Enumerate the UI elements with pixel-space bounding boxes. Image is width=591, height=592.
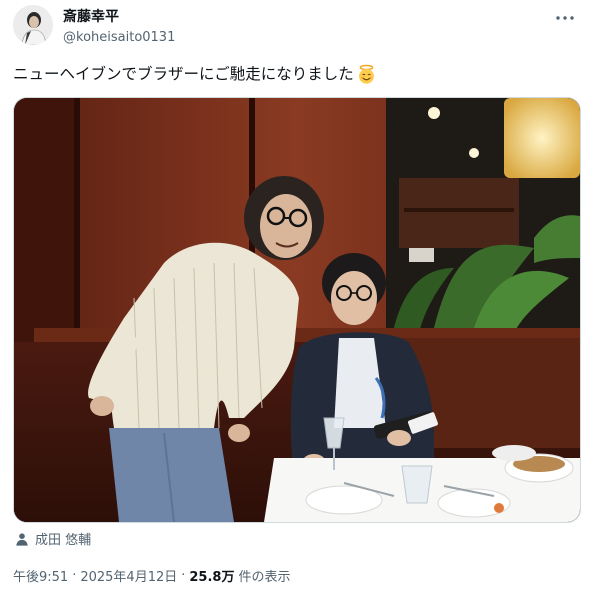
tweet-time[interactable]: 午後9:51 xyxy=(13,566,68,585)
tweet-date[interactable]: 2025年4月12日 xyxy=(80,566,177,585)
meta-separator: · xyxy=(181,568,186,583)
tweet-meta: 午後9:51 · 2025年4月12日 · 25.8万 件の表示 xyxy=(13,566,290,585)
restaurant-photo xyxy=(14,98,580,522)
tweet-photo[interactable] xyxy=(13,97,581,523)
tweet-text-body: ニューヘイブンでブラザーにご馳走になりました xyxy=(13,65,354,83)
author-display-name[interactable]: 斎藤幸平 xyxy=(63,8,119,26)
tweet-text: ニューヘイブンでブラザーにご馳走になりました xyxy=(13,63,377,85)
more-horizontal-icon xyxy=(556,16,574,20)
person-icon xyxy=(16,532,28,546)
views-label: 件の表示 xyxy=(238,570,291,585)
views-count: 25.8万 xyxy=(189,570,235,585)
avatar[interactable] xyxy=(13,5,53,45)
author-handle[interactable]: @koheisaito0131 xyxy=(63,29,175,46)
tagged-user-name: 成田 悠輔 xyxy=(35,533,92,548)
smiling-face-with-halo-emoji xyxy=(358,64,374,84)
tagged-user[interactable]: 成田 悠輔 xyxy=(15,529,91,548)
more-options-button[interactable] xyxy=(552,7,578,29)
avatar-photo xyxy=(13,5,53,45)
meta-separator: · xyxy=(72,568,77,583)
